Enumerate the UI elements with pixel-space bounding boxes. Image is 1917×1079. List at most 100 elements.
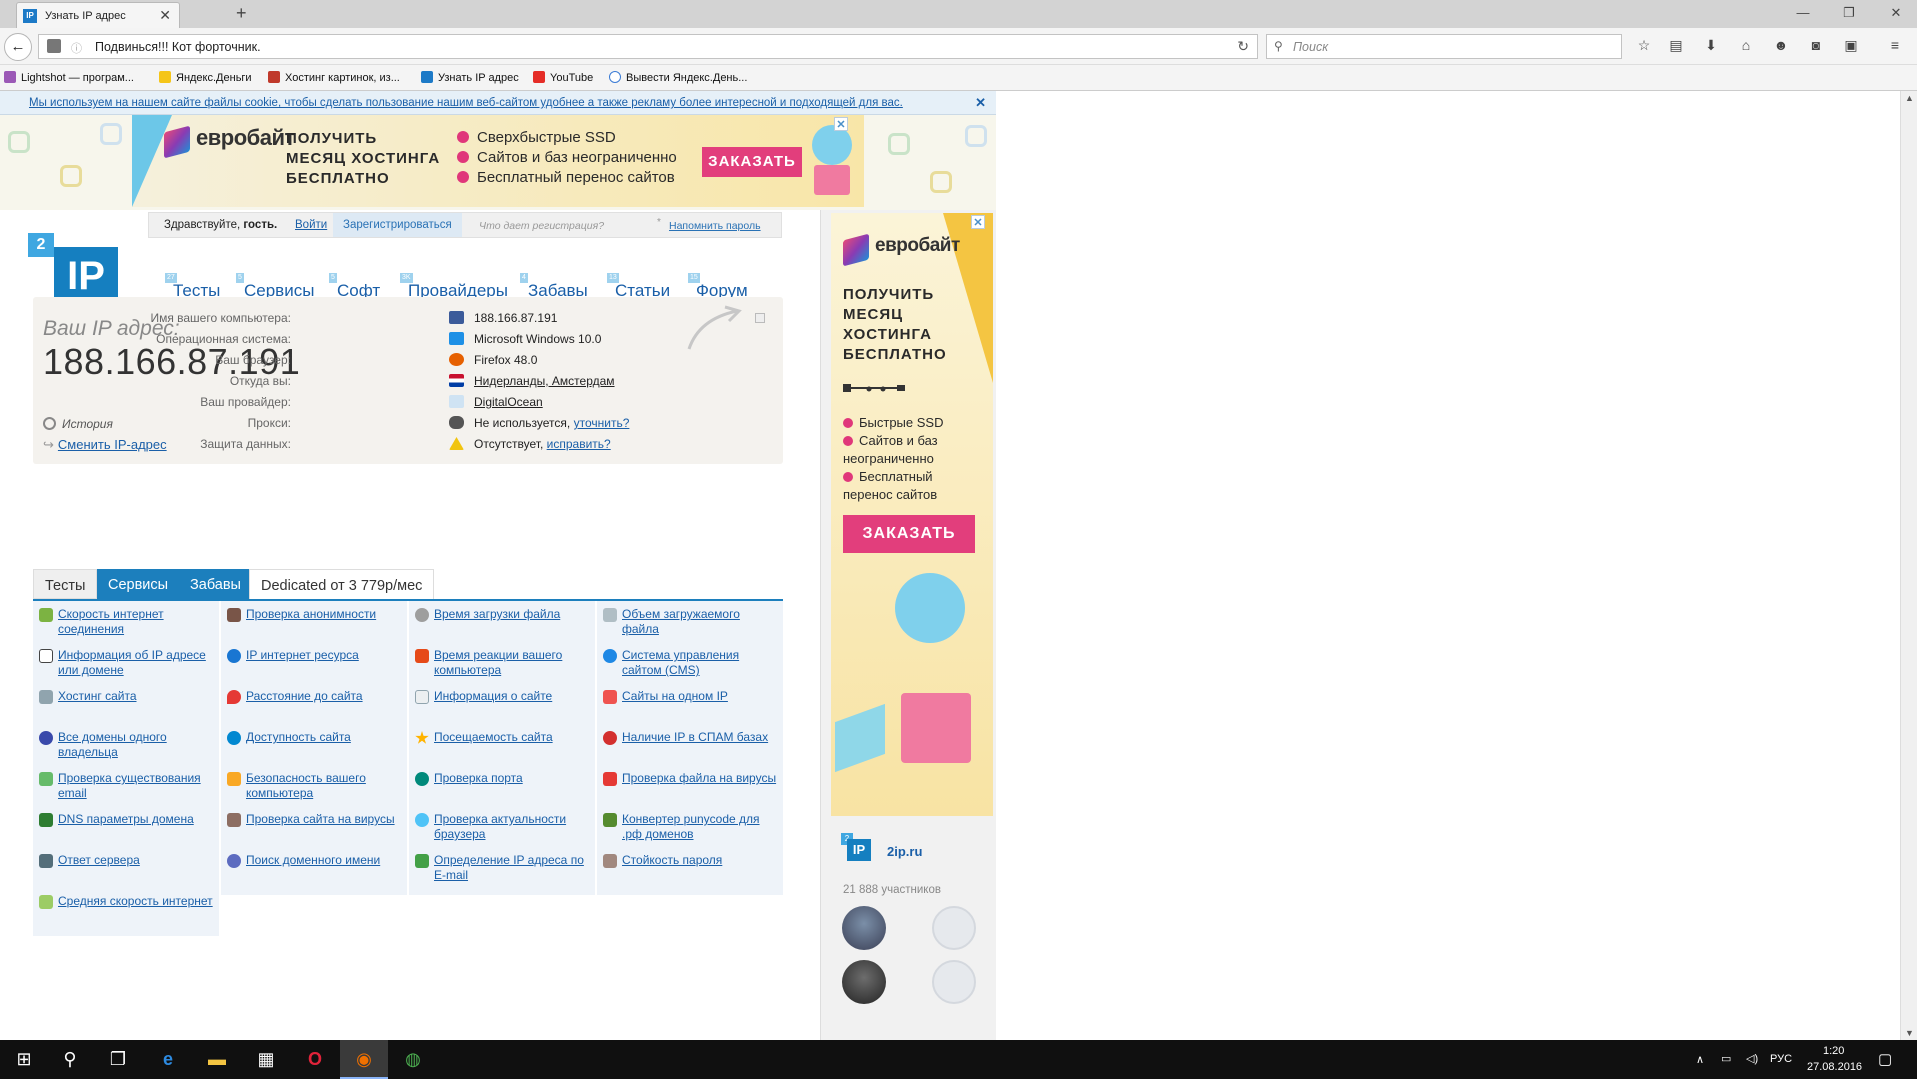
search-taskbar-icon[interactable]: ⚲ — [46, 1040, 94, 1079]
service-link[interactable]: Стойкость пароля — [622, 853, 780, 868]
close-window-icon[interactable]: ✕ — [1889, 5, 1903, 21]
file-explorer-icon[interactable]: ▬ — [193, 1040, 241, 1079]
service-link[interactable]: Посещаемость сайта — [434, 730, 592, 745]
maximize-icon[interactable]: ❐ — [1842, 5, 1856, 21]
bookmark-item[interactable]: Lightshot — програм... — [4, 71, 134, 84]
close-icon[interactable]: ✕ — [975, 95, 986, 111]
home-icon[interactable]: ⌂ — [1737, 37, 1755, 55]
service-link[interactable]: Проверка порта — [434, 771, 592, 786]
volume-icon[interactable]: ◁) — [1746, 1052, 1758, 1065]
page-scrollbar[interactable]: ▲ ▼ — [1900, 91, 1917, 1040]
clock-time[interactable]: 1:20 — [1823, 1045, 1844, 1057]
chrome-icon[interactable]: ◍ — [389, 1040, 437, 1079]
service-link[interactable]: Проверка актуальности браузера — [434, 812, 592, 842]
service-link[interactable]: Наличие IP в СПАМ базах — [622, 730, 780, 745]
registration-info-link[interactable]: Что дает регистрация? — [479, 220, 604, 232]
notifications-icon[interactable]: ▢ — [1878, 1050, 1892, 1068]
pocket-icon[interactable]: ◙ — [1807, 37, 1825, 55]
minimize-icon[interactable]: — — [1796, 5, 1810, 20]
service-link[interactable]: Конвертер punycode для .рф доменов — [622, 812, 780, 842]
service-link[interactable]: Информация о сайте — [434, 689, 592, 704]
service-link[interactable]: Информация об IP адресе или домене — [58, 648, 216, 678]
provider-link[interactable]: DigitalOcean — [474, 395, 543, 409]
service-link[interactable]: Ответ сервера — [58, 853, 216, 868]
ad-order-button[interactable]: ЗАКАЗАТЬ — [702, 147, 802, 177]
service-link[interactable]: Хостинг сайта — [58, 689, 216, 704]
clock-date[interactable]: 27.08.2016 — [1807, 1061, 1862, 1073]
chat-icon[interactable]: ☻ — [1772, 37, 1790, 55]
edge-icon[interactable]: e — [144, 1040, 192, 1079]
tab-dedicated[interactable]: Dedicated от 3 779р/мес — [249, 569, 435, 599]
downloads-icon[interactable]: ⬇ — [1702, 37, 1720, 55]
panel-toggle-icon[interactable] — [755, 313, 765, 323]
store-icon[interactable]: ▦ — [242, 1040, 290, 1079]
bookmark-star-icon[interactable]: ☆ — [1635, 37, 1653, 55]
start-button[interactable]: ⊞ — [0, 1040, 48, 1079]
bookmark-item[interactable]: Узнать IP адрес — [421, 71, 519, 84]
bookmark-item[interactable]: Вывести Яндекс.День... — [609, 71, 747, 84]
scroll-up-icon[interactable]: ▲ — [1905, 93, 1914, 103]
service-link[interactable]: Проверка анонимности — [246, 607, 404, 622]
search-field[interactable]: ⚲ Поиск — [1266, 34, 1622, 59]
cookie-notice-link[interactable]: Мы используем на нашем сайте файлы cooki… — [29, 97, 903, 109]
avatar[interactable] — [842, 960, 886, 1004]
bookmarks-library-icon[interactable]: ▤ — [1667, 37, 1685, 55]
vk-group-logo[interactable]: 2 IP — [841, 833, 871, 863]
firefox-taskbar-icon[interactable]: ◉ — [340, 1040, 388, 1079]
service-link[interactable]: Все домены одного владельца — [58, 730, 216, 760]
service-link[interactable]: Расстояние до сайта — [246, 689, 404, 704]
protection-fix-link[interactable]: исправить? — [547, 437, 611, 451]
task-view-icon[interactable]: ❐ — [94, 1040, 142, 1079]
menu-icon[interactable]: ≡ — [1886, 37, 1904, 55]
info-icon[interactable]: ⓘ — [71, 40, 82, 56]
remind-password-link[interactable]: Напомнить пароль — [669, 220, 761, 232]
tab-tests[interactable]: Тесты — [33, 569, 98, 599]
extension-icon[interactable]: ▣ — [1842, 37, 1860, 55]
service-link[interactable]: Проверка существования email — [58, 771, 216, 801]
avatar-placeholder[interactable] — [932, 960, 976, 1004]
service-link[interactable]: Время реакции вашего компьютера — [434, 648, 592, 678]
avatar[interactable] — [842, 906, 886, 950]
eurobyte-side-ad[interactable]: евробайт ПОЛУЧИТЬ МЕСЯЦ ХОСТИНГА БЕСПЛАТ… — [831, 213, 993, 816]
ad-close-icon[interactable]: ✕ — [834, 117, 848, 131]
browser-tab[interactable]: IP Узнать IP адрес ✕ — [16, 2, 180, 28]
service-link[interactable]: IP интернет ресурса — [246, 648, 404, 663]
service-link[interactable]: Поиск доменного имени — [246, 853, 404, 868]
service-link[interactable]: Проверка сайта на вирусы — [246, 812, 404, 827]
bookmark-item[interactable]: Яндекс.Деньги — [159, 71, 252, 84]
opera-icon[interactable]: O — [291, 1040, 339, 1079]
service-link[interactable]: Определение IP адреса по E-mail — [434, 853, 592, 883]
address-bar[interactable]: ⓘ Подвинься!!! Кот форточник. ↻ — [38, 34, 1258, 59]
service-link[interactable]: Доступность сайта — [246, 730, 404, 745]
service-link[interactable]: Система управления сайтом (CMS) — [622, 648, 780, 678]
proxy-clarify-link[interactable]: уточнить? — [574, 416, 630, 430]
reload-icon[interactable]: ↻ — [1237, 38, 1249, 55]
tray-chevron-icon[interactable]: ∧ — [1696, 1053, 1704, 1066]
ad-order-button[interactable]: ЗАКАЗАТЬ — [843, 515, 975, 553]
language-indicator[interactable]: РУС — [1770, 1053, 1792, 1065]
service-link[interactable]: Средняя скорость интернет — [58, 894, 216, 909]
service-link[interactable]: Проверка файла на вирусы — [622, 771, 780, 786]
scroll-down-icon[interactable]: ▼ — [1905, 1028, 1914, 1038]
login-link[interactable]: Войти — [295, 219, 327, 231]
service-link[interactable]: DNS параметры домена — [58, 812, 216, 827]
bookmark-item[interactable]: YouTube — [533, 71, 593, 84]
vk-group-name[interactable]: 2ip.ru — [887, 844, 922, 859]
service-link[interactable]: Сайты на одном IP — [622, 689, 780, 704]
avatar-placeholder[interactable] — [932, 906, 976, 950]
tab-fun[interactable]: Забавы — [179, 569, 252, 599]
eurobyte-banner-ad[interactable]: евробайт ПОЛУЧИТЬ МЕСЯЦ ХОСТИНГА БЕСПЛАТ… — [132, 115, 864, 207]
register-button[interactable]: Зарегистрироваться — [333, 213, 462, 237]
close-tab-icon[interactable]: ✕ — [159, 7, 171, 24]
sidebar-icon[interactable] — [47, 39, 61, 53]
ad-close-icon[interactable]: ✕ — [971, 215, 985, 229]
location-link[interactable]: Нидерланды, Амстердам — [474, 374, 615, 388]
network-icon[interactable]: ▭ — [1721, 1052, 1731, 1065]
bookmark-item[interactable]: Хостинг картинок, из... — [268, 71, 400, 84]
tab-services[interactable]: Сервисы — [97, 569, 180, 599]
back-button[interactable]: ← — [4, 33, 32, 61]
service-link[interactable]: Безопасность вашего компьютера — [246, 771, 404, 801]
service-link[interactable]: Время загрузки файла — [434, 607, 592, 622]
service-link[interactable]: Скорость интернет соединения — [58, 607, 216, 637]
service-link[interactable]: Объем загружаемого файла — [622, 607, 780, 637]
